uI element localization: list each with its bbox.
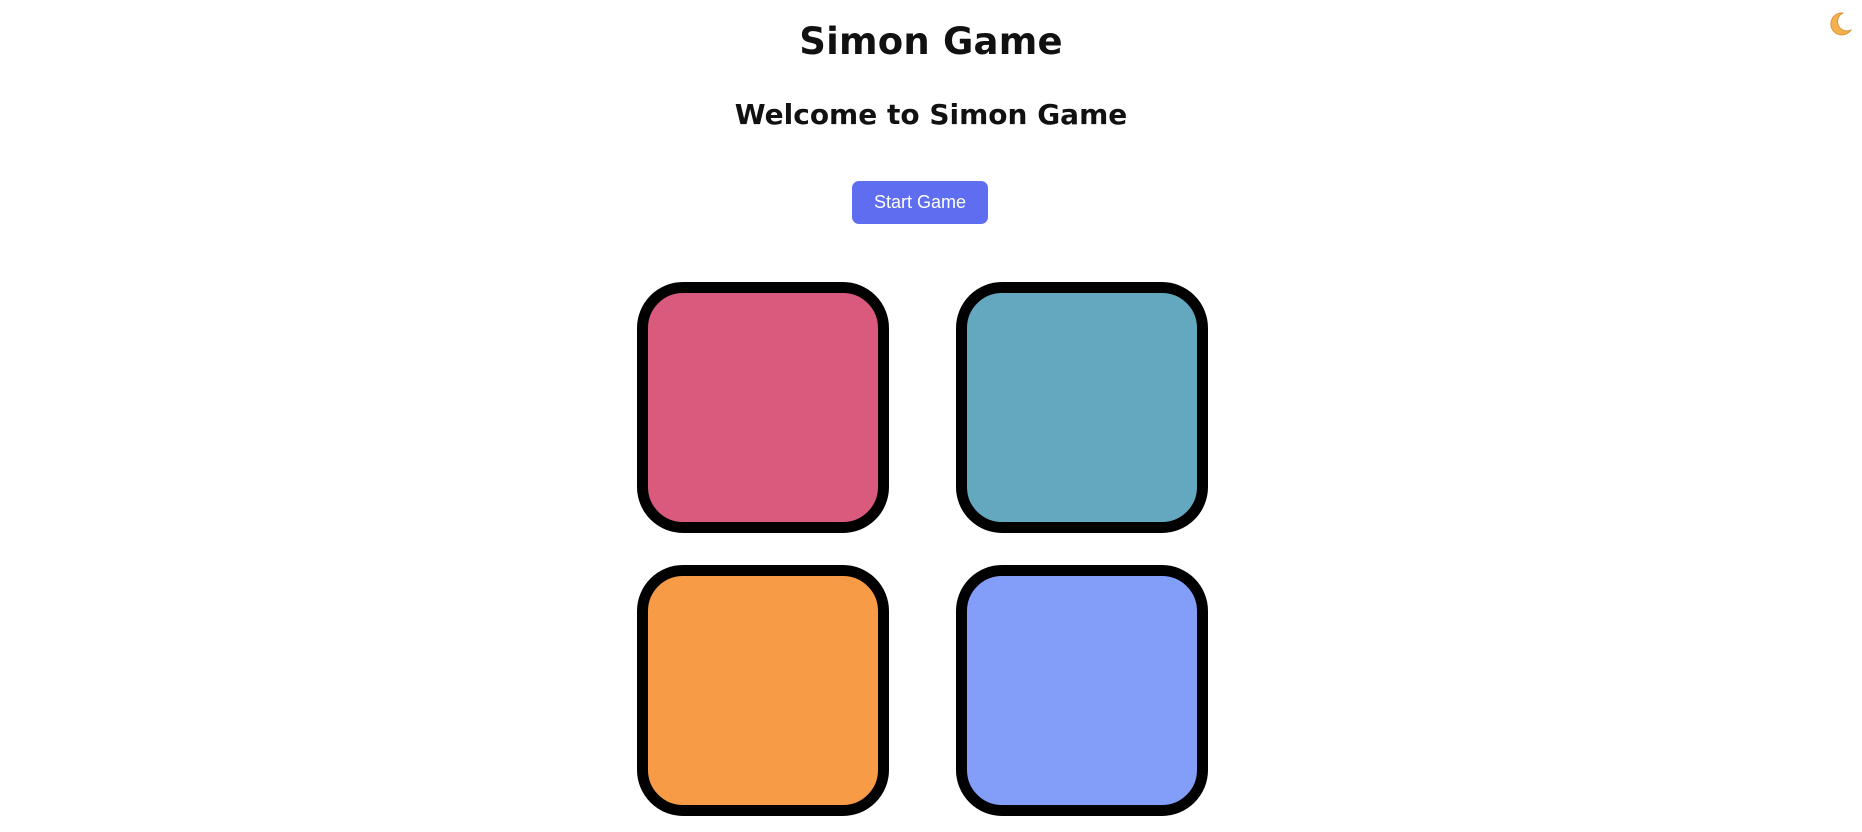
pad-blue[interactable] (956, 565, 1208, 816)
pad-orange[interactable] (637, 565, 889, 816)
welcome-message: Welcome to Simon Game (734, 98, 1128, 131)
pad-teal[interactable] (956, 282, 1208, 533)
simon-game-page: Simon Game Welcome to Simon Game Start G… (0, 0, 1862, 832)
page-title: Simon Game (799, 20, 1063, 63)
start-game-button[interactable]: Start Game (852, 181, 988, 224)
pad-red[interactable] (637, 282, 889, 533)
